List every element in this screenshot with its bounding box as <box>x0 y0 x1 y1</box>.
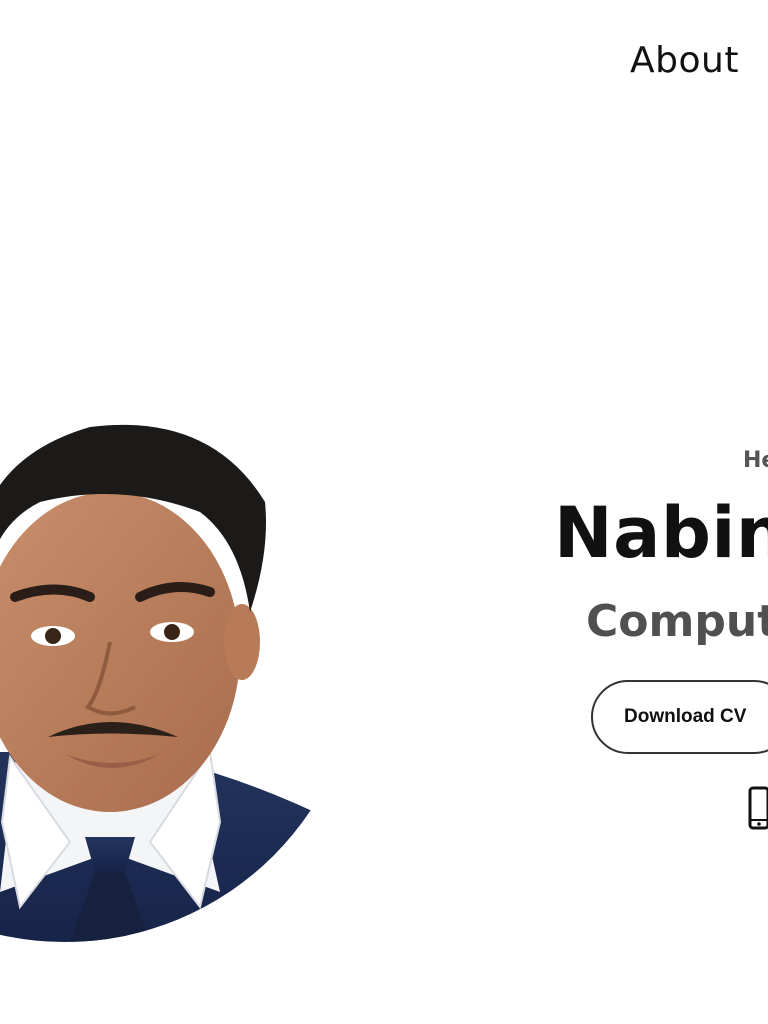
profile-photo <box>0 352 360 942</box>
profile-photo-illustration <box>0 352 360 942</box>
download-cv-button[interactable]: Download CV <box>591 680 768 754</box>
nav-link-about[interactable]: About <box>630 40 739 81</box>
hero-role: Comput <box>586 596 768 647</box>
portfolio-page: About H Nabin Comput Download CV <box>0 0 768 1024</box>
hero-name: Nabin <box>554 492 768 574</box>
hero-greeting: He <box>743 448 768 473</box>
phone-icon[interactable] <box>748 786 768 830</box>
